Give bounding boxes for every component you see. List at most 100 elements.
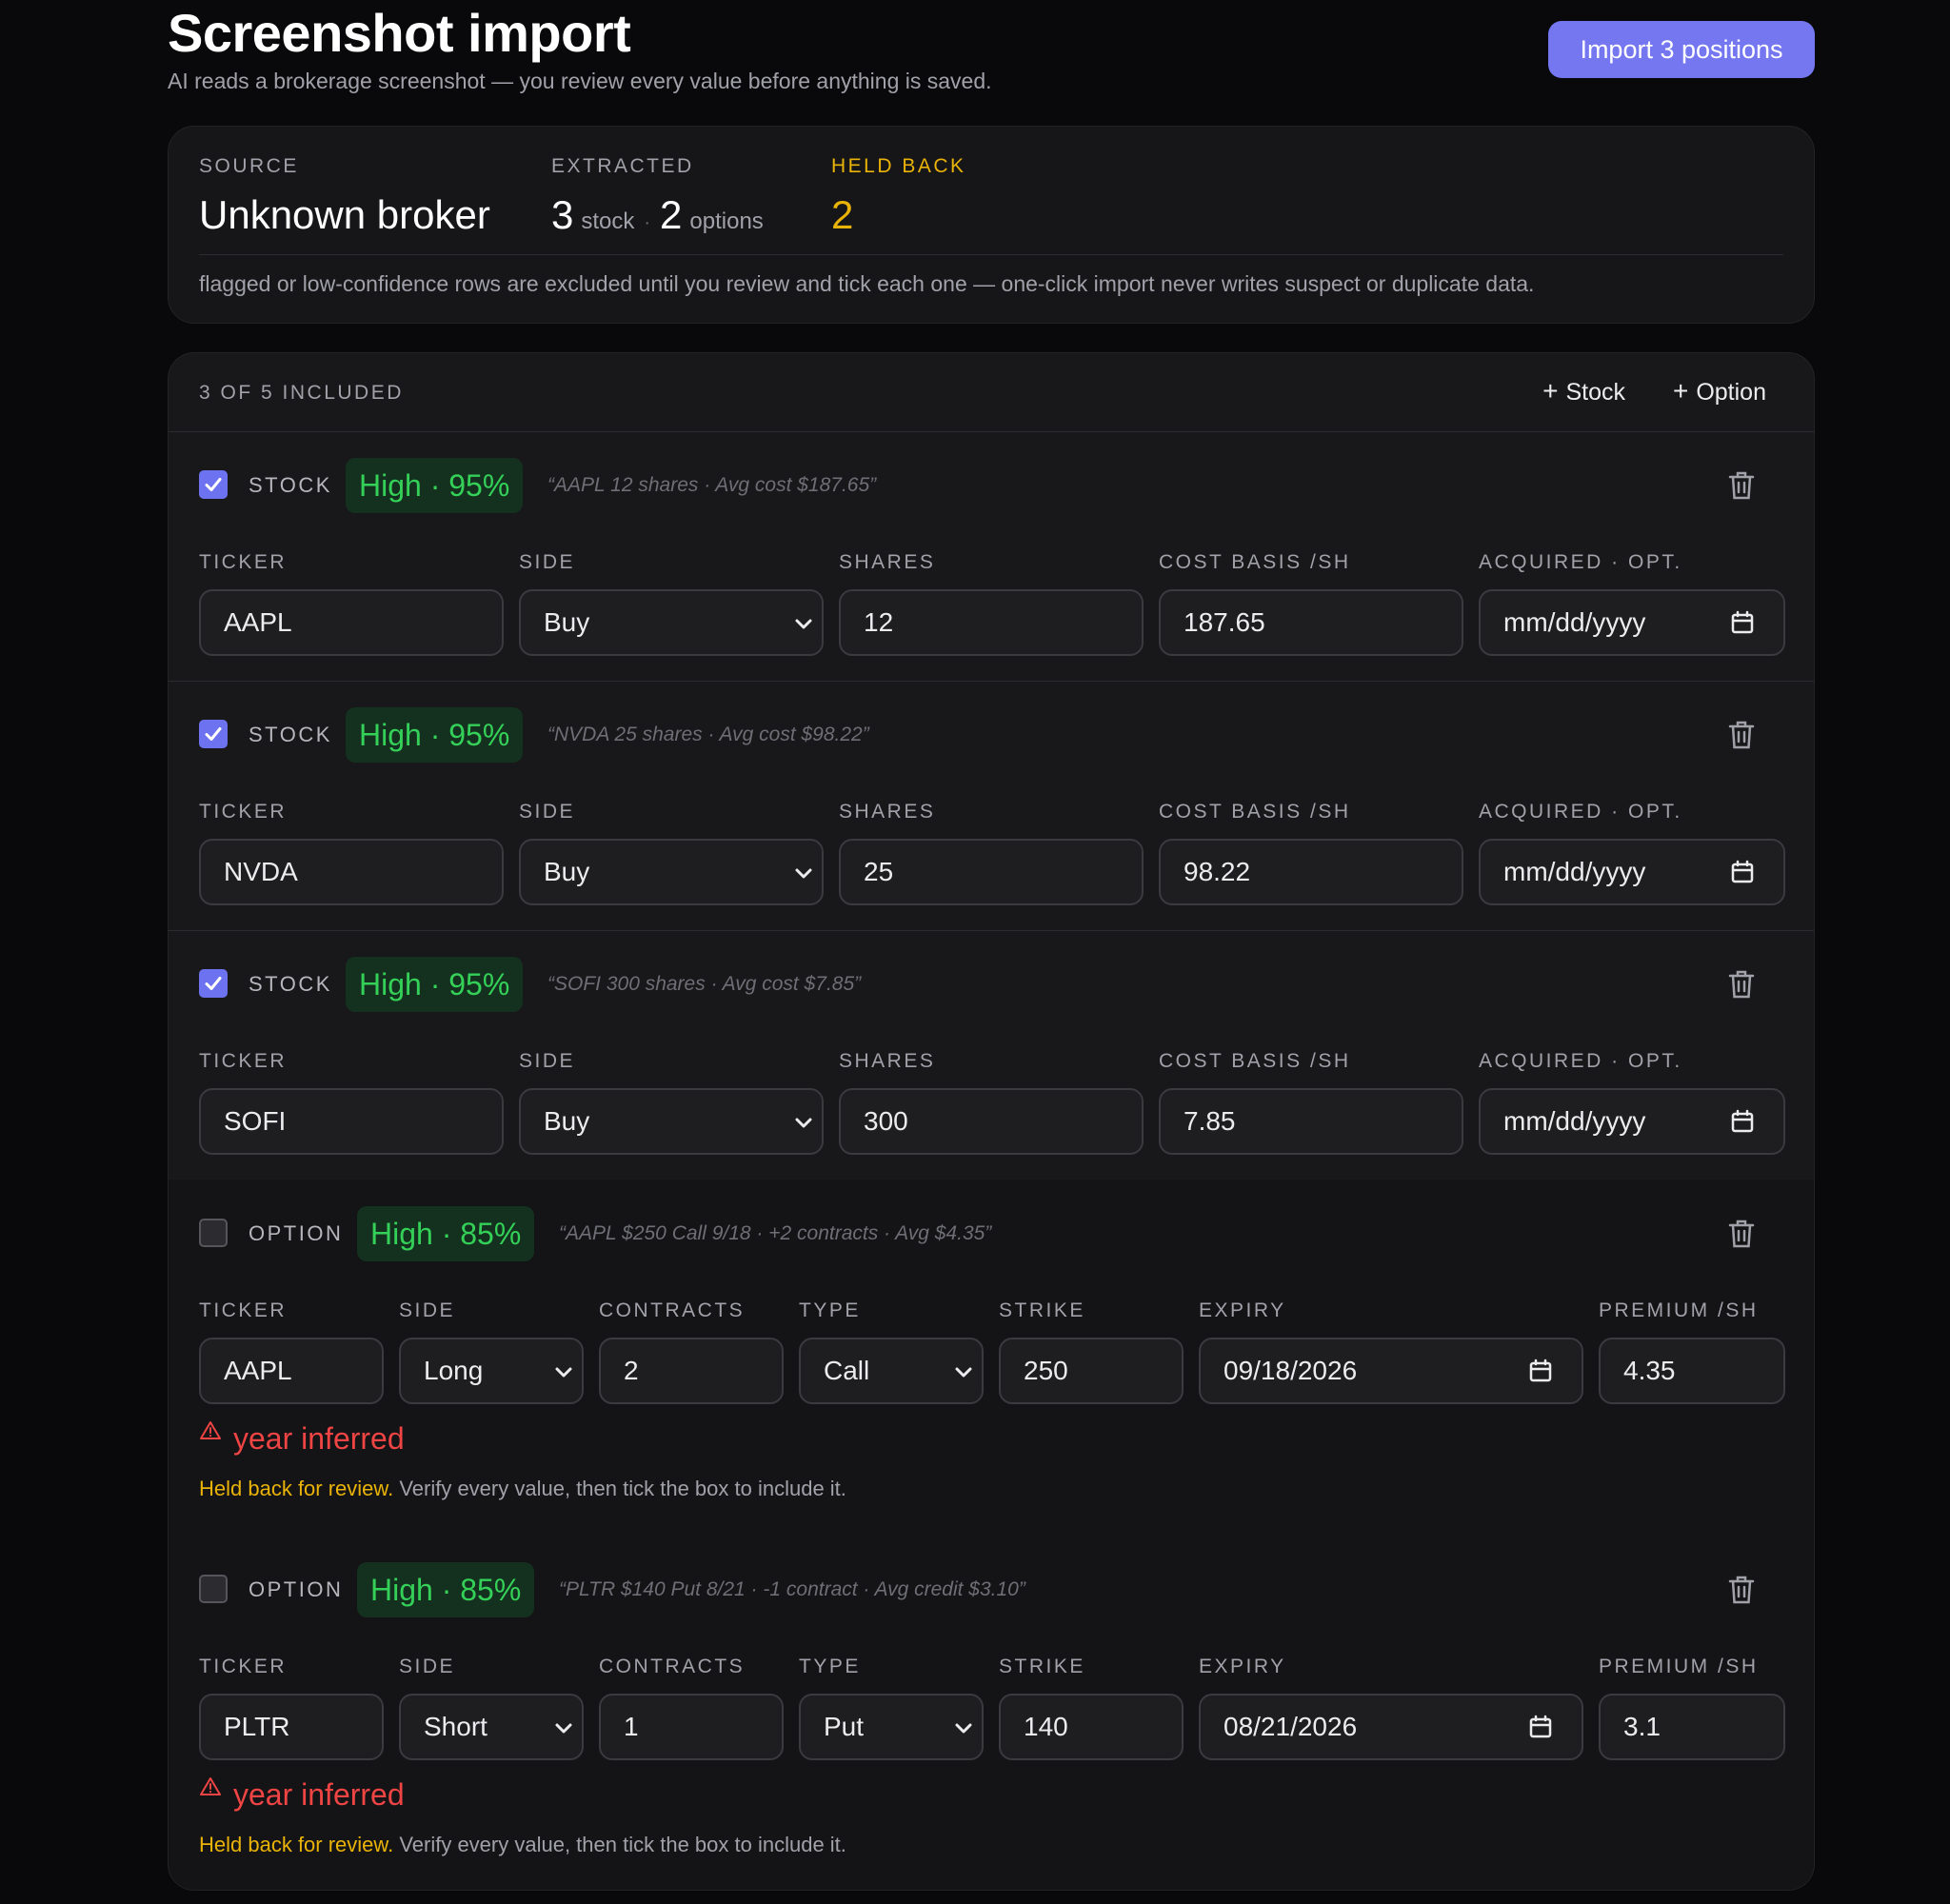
- premium-label: PREMIUM /SH: [1599, 1656, 1759, 1677]
- shares-input[interactable]: 300: [839, 1088, 1144, 1155]
- premium-input[interactable]: 3.1: [1599, 1694, 1785, 1760]
- acquired-value: mm/dd/yyyy: [1503, 857, 1646, 886]
- include-checkbox[interactable]: [199, 1219, 228, 1247]
- chevron-down-icon: [555, 1367, 572, 1378]
- shares-label: SHARES: [839, 1050, 936, 1072]
- warning-triangle-icon: [200, 1421, 221, 1439]
- shares-input[interactable]: 12: [839, 589, 1144, 656]
- held-back-note: Held back for review. Verify every value…: [199, 1475, 846, 1503]
- held-back-text: Verify every value, then tick the box to…: [393, 1477, 846, 1500]
- expiry-value: 09/18/2026: [1224, 1356, 1358, 1385]
- contracts-input[interactable]: 1: [599, 1694, 784, 1760]
- delete-row-button[interactable]: [1726, 719, 1757, 751]
- source-quote: “SOFI 300 shares · Avg cost $7.85”: [547, 973, 862, 995]
- ticker-input[interactable]: NVDA: [199, 839, 504, 905]
- type-label: TYPE: [799, 1656, 861, 1677]
- row-header: STOCK High · 95% “NVDA 25 shares · Avg c…: [199, 707, 1783, 763]
- delete-row-button[interactable]: [1726, 1574, 1757, 1606]
- expiry-date-input[interactable]: 08/21/2026: [1199, 1694, 1583, 1760]
- strike-input[interactable]: 250: [999, 1338, 1184, 1404]
- held-back-strong: Held back for review.: [199, 1477, 394, 1500]
- acquired-date-input[interactable]: mm/dd/yyyy: [1479, 839, 1785, 905]
- acquired-label: ACQUIRED · OPT.: [1479, 1050, 1682, 1072]
- type-select[interactable]: Call: [799, 1338, 984, 1404]
- side-select[interactable]: Buy: [519, 589, 824, 656]
- strike-input[interactable]: 140: [999, 1694, 1184, 1760]
- contracts-label: CONTRACTS: [599, 1656, 746, 1677]
- held-back-label: HELD BACK: [831, 155, 966, 177]
- include-checkbox[interactable]: [199, 1575, 228, 1603]
- confidence-badge: High · 95%: [346, 957, 524, 1012]
- chevron-down-icon: [955, 1367, 972, 1378]
- checkmark-icon: [205, 478, 222, 491]
- cost-basis-input[interactable]: 98.22: [1159, 839, 1463, 905]
- include-checkbox[interactable]: [199, 720, 228, 748]
- add-stock-label: Stock: [1565, 379, 1625, 406]
- side-select[interactable]: Long: [399, 1338, 584, 1404]
- page-subtitle: AI reads a brokerage screenshot — you re…: [168, 69, 992, 93]
- cost-basis-label: COST BASIS /SH: [1159, 1050, 1351, 1072]
- include-checkbox[interactable]: [199, 470, 228, 499]
- type-select[interactable]: Put: [799, 1694, 984, 1760]
- add-option-label: Option: [1696, 379, 1766, 406]
- validation-warning: year inferred: [199, 1419, 405, 1458]
- plus-icon: +: [1542, 376, 1559, 406]
- row-header: OPTION High · 85% “AAPL $250 Call 9/18 ·…: [199, 1206, 1783, 1261]
- side-select[interactable]: Buy: [519, 1088, 824, 1155]
- page-title: Screenshot import: [168, 3, 631, 63]
- row-kind: OPTION: [249, 1221, 344, 1245]
- ticker-label: TICKER: [199, 801, 288, 823]
- row-kind: STOCK: [249, 723, 332, 746]
- delete-row-button[interactable]: [1726, 469, 1757, 502]
- premium-input[interactable]: 4.35: [1599, 1338, 1785, 1404]
- expiry-date-input[interactable]: 09/18/2026: [1199, 1338, 1583, 1404]
- ticker-label: TICKER: [199, 551, 288, 573]
- strike-label: STRIKE: [999, 1656, 1085, 1677]
- ticker-input[interactable]: AAPL: [199, 1338, 384, 1404]
- contracts-input[interactable]: 2: [599, 1338, 784, 1404]
- acquired-date-input[interactable]: mm/dd/yyyy: [1479, 1088, 1785, 1155]
- ticker-label: TICKER: [199, 1656, 288, 1677]
- shares-input[interactable]: 25: [839, 839, 1144, 905]
- extracted-stat: EXTRACTED 3 stock · 2 options: [551, 153, 764, 245]
- strike-label: STRIKE: [999, 1299, 1085, 1321]
- source-value: Unknown broker: [199, 192, 490, 237]
- summary-note: flagged or low-confidence rows are exclu…: [199, 271, 1535, 296]
- stock-word: stock: [581, 208, 635, 234]
- add-option-button[interactable]: + Option: [1673, 374, 1766, 409]
- acquired-date-input[interactable]: mm/dd/yyyy: [1479, 589, 1785, 656]
- summary-divider: [199, 254, 1783, 255]
- row-header: STOCK High · 95% “SOFI 300 shares · Avg …: [199, 957, 1783, 1012]
- cost-basis-input[interactable]: 7.85: [1159, 1088, 1463, 1155]
- import-positions-button[interactable]: Import 3 positions: [1548, 21, 1815, 78]
- acquired-label: ACQUIRED · OPT.: [1479, 801, 1682, 823]
- cost-basis-input[interactable]: 187.65: [1159, 589, 1463, 656]
- side-select[interactable]: Short: [399, 1694, 584, 1760]
- shares-label: SHARES: [839, 551, 936, 573]
- confidence-badge: High · 95%: [346, 707, 524, 763]
- cost-basis-label: COST BASIS /SH: [1159, 551, 1351, 573]
- acquired-value: mm/dd/yyyy: [1503, 1106, 1646, 1136]
- include-checkbox[interactable]: [199, 969, 228, 998]
- premium-label: PREMIUM /SH: [1599, 1299, 1759, 1321]
- expiry-label: EXPIRY: [1199, 1299, 1286, 1321]
- add-stock-button[interactable]: + Stock: [1542, 374, 1625, 409]
- delete-row-button[interactable]: [1726, 968, 1757, 1001]
- side-value: Buy: [544, 857, 590, 886]
- type-value: Put: [824, 1712, 865, 1741]
- side-value: Buy: [544, 1106, 590, 1136]
- ticker-input[interactable]: PLTR: [199, 1694, 384, 1760]
- delete-row-button[interactable]: [1726, 1218, 1757, 1250]
- side-select[interactable]: Buy: [519, 839, 824, 905]
- held-back-stat: HELD BACK 2: [831, 153, 966, 237]
- validation-warning: year inferred: [199, 1775, 405, 1814]
- ticker-input[interactable]: AAPL: [199, 589, 504, 656]
- held-back-text: Verify every value, then tick the box to…: [393, 1833, 846, 1856]
- chevron-down-icon: [795, 619, 812, 629]
- source-quote: “PLTR $140 Put 8/21 · -1 contract · Avg …: [559, 1578, 1025, 1600]
- trash-icon: [1728, 1576, 1755, 1604]
- plus-icon: +: [1672, 376, 1689, 406]
- chevron-down-icon: [555, 1723, 572, 1734]
- ticker-input[interactable]: SOFI: [199, 1088, 504, 1155]
- side-label: SIDE: [399, 1299, 456, 1321]
